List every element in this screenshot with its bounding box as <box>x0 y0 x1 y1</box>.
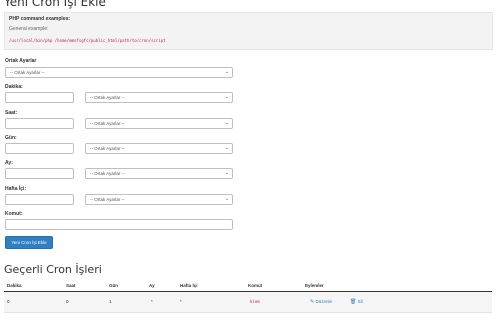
month-label: Ay: <box>5 160 13 166</box>
chevron-down-icon: ⌄ <box>224 120 229 126</box>
chevron-down-icon: ⌄ <box>224 69 229 75</box>
month-select-value: -- Ortak Ayarlar -- <box>90 171 125 176</box>
col-day: Gün <box>109 283 118 288</box>
chevron-down-icon: ⌄ <box>224 196 229 202</box>
common-settings-label: Ortak Ayarlar <box>5 58 37 64</box>
hour-label: Saat: <box>5 110 18 116</box>
col-command: Komut <box>248 283 263 288</box>
delete-link[interactable]: 🗑 Sil <box>350 299 363 305</box>
row-day: 1 <box>109 299 112 304</box>
php-examples-box: PHP command examples: General example: /… <box>4 12 493 50</box>
minute-label: Dakika: <box>5 84 23 90</box>
delete-label: Sil <box>357 299 363 304</box>
weekday-select[interactable]: -- Ortak Ayarlar -- ⌄ <box>85 194 233 205</box>
row-hour: 0 <box>66 299 69 304</box>
hour-select[interactable]: -- Ortak Ayarlar -- ⌄ <box>85 118 233 129</box>
edit-label: Düzenle <box>315 299 332 304</box>
row-minute: 0 <box>7 299 10 304</box>
php-examples-heading: PHP command examples: <box>9 16 71 22</box>
month-select[interactable]: -- Ortak Ayarlar -- ⌄ <box>85 168 233 179</box>
edit-link[interactable]: ✎ Düzenle <box>310 299 332 305</box>
col-weekday: Hafta İçi <box>180 283 198 288</box>
page-title: Yeni Cron İşi Ekle <box>4 0 106 9</box>
weekday-label: Hafta İçi: <box>5 186 27 192</box>
day-select-value: -- Ortak Ayarlar -- <box>90 146 125 151</box>
weekday-input[interactable] <box>5 194 74 205</box>
row-command: kiem <box>250 299 260 304</box>
current-cron-jobs-title: Geçerli Cron İşleri <box>4 263 102 276</box>
chevron-down-icon: ⌄ <box>224 94 229 100</box>
row-weekday: * <box>180 299 182 304</box>
command-input[interactable] <box>5 219 233 230</box>
col-minute: Dakika <box>7 283 22 288</box>
minute-select-value: -- Ortak Ayarlar -- <box>90 95 125 100</box>
chevron-down-icon: ⌄ <box>224 145 229 151</box>
col-month: Ay <box>149 283 155 288</box>
add-cron-job-button[interactable]: Yeni Cron İşi Ekle <box>5 236 53 249</box>
day-input[interactable] <box>5 143 74 154</box>
col-hour: Saat <box>66 283 76 288</box>
col-actions: Eylemler <box>305 283 324 288</box>
command-label: Komut: <box>5 211 23 217</box>
chevron-down-icon: ⌄ <box>224 170 229 176</box>
common-settings-value: -- Ortak Ayarlar -- <box>10 70 45 75</box>
day-label: Gün: <box>5 135 17 141</box>
hour-input[interactable] <box>5 118 74 129</box>
pencil-icon: ✎ <box>310 299 315 305</box>
minute-input[interactable] <box>5 92 74 103</box>
day-select[interactable]: -- Ortak Ayarlar -- ⌄ <box>85 143 233 154</box>
example-command: /usr/local/bin/php /home/mmofsgfc/public… <box>9 38 166 43</box>
row-month: * <box>151 299 153 304</box>
cron-table-header: Dakika Saat Gün Ay Hafta İçi Komut Eylem… <box>4 282 492 292</box>
hour-select-value: -- Ortak Ayarlar -- <box>90 121 125 126</box>
minute-select[interactable]: -- Ortak Ayarlar -- ⌄ <box>85 92 233 103</box>
weekday-select-value: -- Ortak Ayarlar -- <box>90 197 125 202</box>
month-input[interactable] <box>5 168 74 179</box>
general-example-label: General example: <box>9 26 49 32</box>
table-row: 0 0 1 * * kiem ✎ Düzenle 🗑 Sil <box>4 292 492 313</box>
common-settings-select[interactable]: -- Ortak Ayarlar -- ⌄ <box>5 67 233 78</box>
trash-icon: 🗑 <box>350 299 357 305</box>
